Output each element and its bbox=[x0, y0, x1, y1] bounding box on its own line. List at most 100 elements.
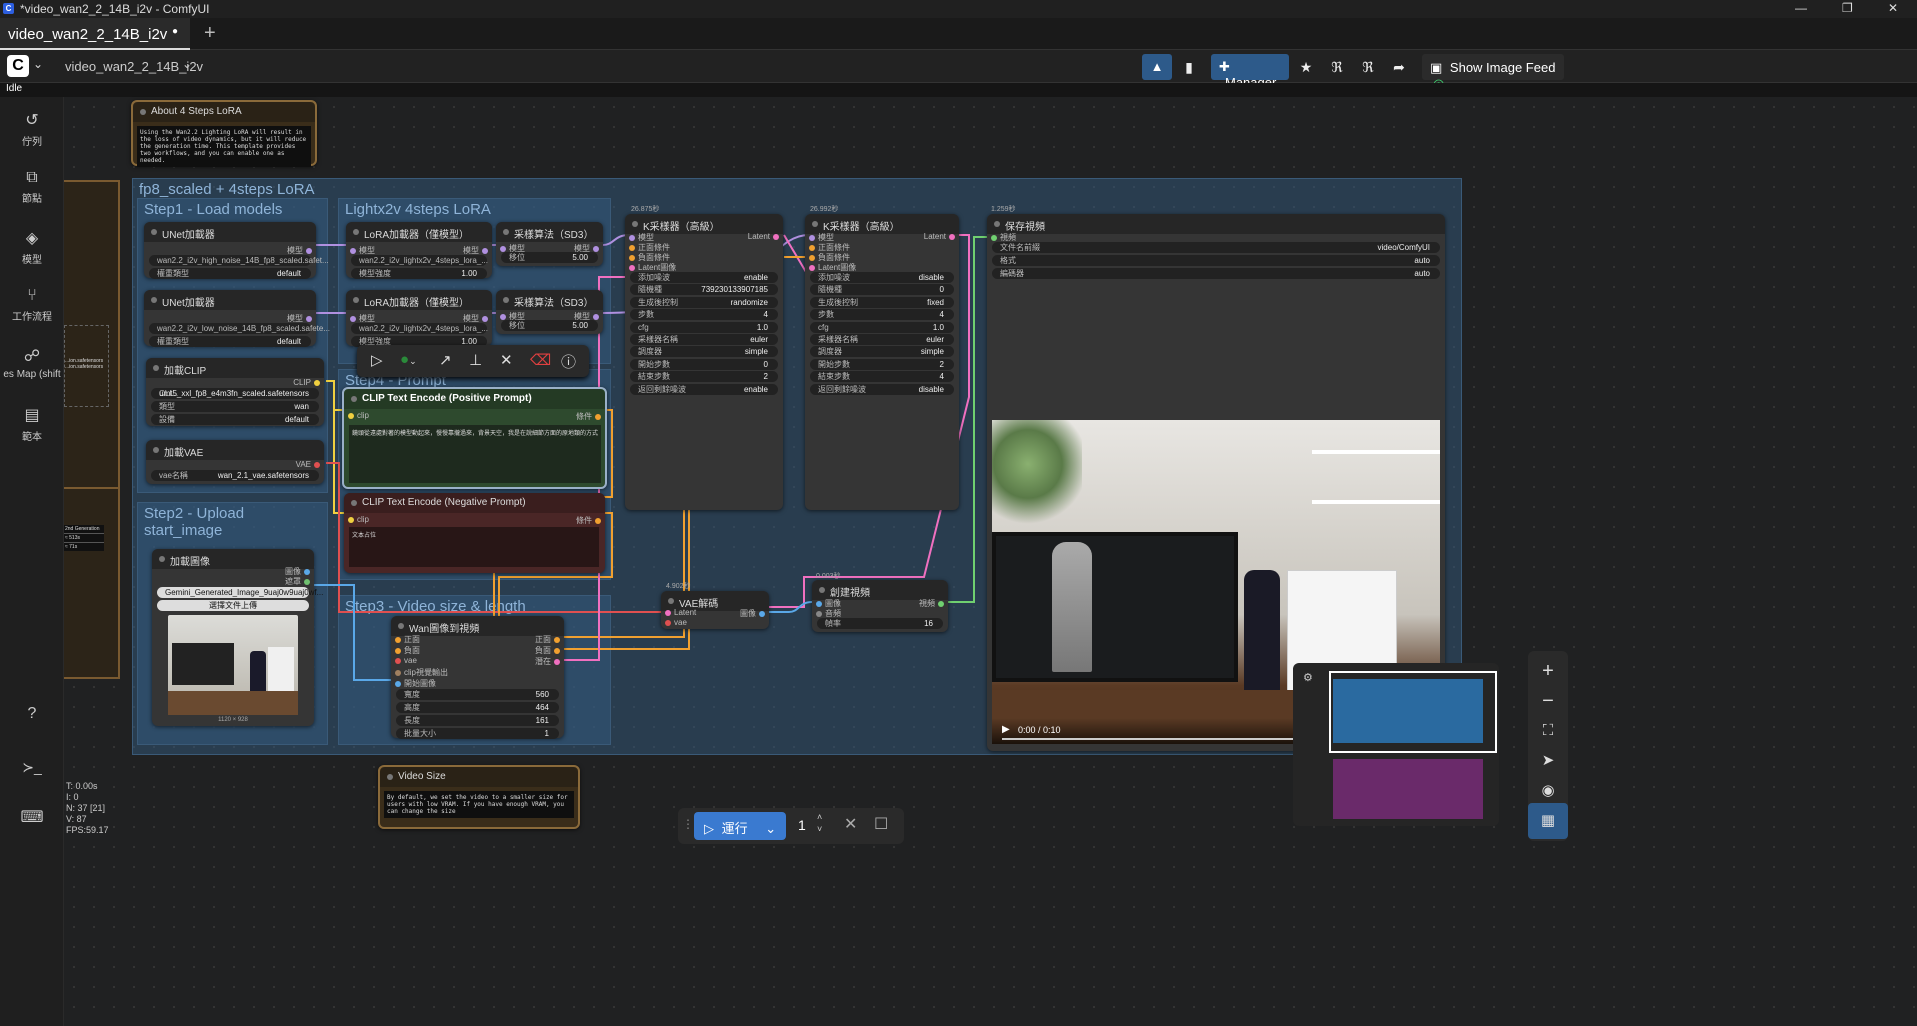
bypass-icon[interactable]: ↗ bbox=[439, 351, 452, 369]
node-ksampler-advanced-2[interactable]: K采樣器（高級） 模型 正面條件 負面條件 Latent圖像 Latent 添加… bbox=[805, 214, 959, 510]
ksampler-widget[interactable]: 生成後控制 randomize bbox=[630, 296, 778, 308]
ksampler-widget[interactable]: 生成後控制 fixed bbox=[810, 296, 954, 308]
help-icon[interactable]: ? bbox=[0, 705, 64, 723]
ksampler-widget[interactable]: 隨機種 739230133907185 bbox=[630, 284, 778, 296]
manager-button[interactable]: ✚ Manager bbox=[1211, 54, 1289, 90]
help-icon[interactable]: ⓘ bbox=[561, 351, 576, 372]
input-clip[interactable]: clip bbox=[348, 411, 369, 420]
lora-name-select[interactable]: wan2.2_i2v_lightx2v_4steps_lora_... bbox=[351, 255, 488, 266]
ksampler-widget[interactable]: 調度器 simple bbox=[810, 346, 954, 358]
shift-input[interactable]: 移位 5.00 bbox=[501, 320, 598, 331]
maximize-button[interactable]: ❐ bbox=[1842, 1, 1853, 15]
ksampler-widget[interactable]: 采樣器名稱 euler bbox=[630, 334, 778, 345]
fps-input[interactable]: 幀率 16 bbox=[817, 618, 943, 629]
cancel-icon[interactable]: ✕ bbox=[844, 814, 857, 834]
input-clip-vision[interactable]: clip視覺輸出 bbox=[395, 667, 448, 678]
upload-button[interactable]: 選擇文件上傳 bbox=[157, 600, 309, 611]
model-update-icon[interactable]: ℜ bbox=[1354, 54, 1382, 80]
sidebar-item-nodes[interactable]: ⧉ 節點 bbox=[0, 169, 64, 205]
keyboard-icon[interactable]: ⌨ bbox=[0, 807, 64, 827]
note-video-size[interactable]: Video Size By default, we set the video … bbox=[378, 765, 580, 829]
clip-device-select[interactable]: 設備 default bbox=[151, 414, 319, 425]
input-positive[interactable]: 正面 bbox=[395, 634, 420, 645]
output-clip[interactable]: CLIP bbox=[293, 378, 320, 387]
comfy-org-button[interactable]: ▲ bbox=[1142, 54, 1172, 80]
node-unet-loader-low[interactable]: UNet加載器 模型 wan2.2_i2v_low_noise_14B_fp8_… bbox=[144, 290, 330, 347]
ksampler-widget[interactable]: 返回剩餘噪波 enable bbox=[630, 383, 778, 395]
ksampler-widget[interactable]: 步數 4 bbox=[630, 309, 778, 321]
input-vae[interactable]: vae bbox=[665, 618, 687, 627]
input-vae[interactable]: vae bbox=[395, 656, 417, 665]
ksampler-widget[interactable]: 結束步數 4 bbox=[810, 371, 954, 383]
drag-handle-icon[interactable]: ⋮ bbox=[682, 817, 694, 831]
comfy-logo-menu[interactable]: C bbox=[7, 55, 29, 77]
input-latent[interactable]: Latent bbox=[665, 608, 696, 617]
node-create-video[interactable]: 創建視頻 圖像 音頻 視頻 幀率 16 bbox=[812, 580, 948, 632]
share-icon[interactable]: ➦ bbox=[1385, 54, 1413, 80]
ksampler-widget[interactable]: 調度器 simple bbox=[630, 346, 778, 358]
ksampler-widget[interactable]: 返回剩餘噪波 disable bbox=[810, 383, 954, 395]
node-clip-text-encode-positive[interactable]: CLIP Text Encode (Positive Prompt) clip … bbox=[342, 387, 607, 489]
model-download-icon[interactable]: ℜ bbox=[1323, 54, 1351, 80]
minimap-settings-icon[interactable]: ⚙ bbox=[1303, 671, 1313, 684]
output-image[interactable]: 圖像 bbox=[740, 608, 765, 619]
weight-dtype-select[interactable]: 權重類型 default bbox=[149, 336, 311, 347]
ksampler-widget[interactable]: 添加噪波 disable bbox=[810, 272, 954, 283]
ksampler-widget[interactable]: cfg 1.0 bbox=[810, 321, 954, 333]
sidebar-item-templates[interactable]: ▤ 範本 bbox=[0, 405, 64, 443]
output-latent[interactable]: 潛在 bbox=[535, 656, 560, 667]
input-start-image[interactable]: 開始圖像 bbox=[395, 678, 436, 689]
node-lora-loader-1[interactable]: LoRA加載器（僅模型） 模型 模型 wan2.2_i2v_lightx2v_4… bbox=[346, 222, 492, 279]
output-latent[interactable]: Latent bbox=[924, 232, 955, 241]
minimap-viewport[interactable] bbox=[1329, 671, 1497, 753]
prompt-textarea[interactable]: 文本占位 bbox=[349, 527, 599, 567]
batch-stepper[interactable]: ˄ ˅ bbox=[817, 811, 822, 835]
output-positive[interactable]: 正面 bbox=[535, 634, 560, 645]
ksampler-widget[interactable]: 隨機種 0 bbox=[810, 284, 954, 296]
sidebar-item-queue[interactable]: ↺ 佇列 bbox=[0, 110, 64, 148]
star-icon[interactable]: ★ bbox=[1292, 54, 1320, 80]
length-input[interactable]: 長度 161 bbox=[396, 715, 559, 726]
clip-type-select[interactable]: 類型 wan bbox=[151, 401, 319, 412]
new-tab-button[interactable]: + bbox=[204, 22, 216, 45]
delete-icon[interactable]: ⌫ bbox=[530, 351, 551, 369]
ksampler-widget[interactable]: 開始步數 2 bbox=[810, 358, 954, 370]
output-conditioning[interactable]: 條件 bbox=[576, 515, 601, 526]
node-load-vae[interactable]: 加載VAE VAE vae名稱 wan_2.1_vae.safetensors bbox=[146, 440, 324, 484]
prompt-textarea[interactable]: 鏡頭從遠處對著的模型動起來，慢慢靠攏過來，背景天空，我是在說細節方面的原地類的方… bbox=[349, 425, 601, 483]
minimap-toggle-icon[interactable]: ▦ bbox=[1528, 803, 1568, 839]
node-clip-text-encode-negative[interactable]: CLIP Text Encode (Negative Prompt) clip … bbox=[344, 493, 605, 573]
node-ksampler-advanced-1[interactable]: K采樣器（高級） 模型 正面條件 負面條件 Latent圖像 Latent 添加… bbox=[625, 214, 783, 510]
terminal-icon[interactable]: ≻_ bbox=[0, 759, 64, 776]
sidebar-item-models[interactable]: ◈ 模型 bbox=[0, 228, 64, 266]
chevron-down-icon[interactable]: ⌄ bbox=[765, 821, 776, 836]
unet-name-select[interactable]: wan2.2_i2v_high_noise_14B_fp8_scaled.saf… bbox=[149, 255, 329, 266]
graph-canvas[interactable]: ...ion.safetensors ...ion.safetensors 2n… bbox=[64, 97, 1917, 1026]
node-load-image[interactable]: 加載圖像 圖像 遮罩 Gemini_Generated_Image_9uaj0w… bbox=[152, 549, 323, 726]
shift-input[interactable]: 移位 5.00 bbox=[501, 252, 598, 263]
input-negative[interactable]: 負面 bbox=[395, 645, 420, 656]
node-vae-decode[interactable]: VAE解碼 Latent vae 圖像 bbox=[661, 591, 769, 629]
ksampler-widget[interactable]: 開始步數 0 bbox=[630, 358, 778, 370]
lora-name-select[interactable]: wan2.2_i2v_lightx2v_4steps_lora_... bbox=[351, 323, 488, 334]
ksampler-widget[interactable]: 添加噪波 enable bbox=[630, 272, 778, 283]
node-model-sampling-sd3-1[interactable]: 采樣算法（SD3） 模型 模型 移位 5.00 bbox=[496, 222, 603, 266]
video-seek-bar[interactable] bbox=[1002, 738, 1302, 740]
format-select[interactable]: 格式 auto bbox=[992, 255, 1440, 266]
node-unet-loader-high[interactable]: UNet加載器 模型 wan2.2_i2v_high_noise_14B_fp8… bbox=[144, 222, 329, 279]
convert-subgraph-icon[interactable]: ✕ bbox=[500, 351, 513, 369]
play-icon[interactable]: ▶ bbox=[1002, 724, 1010, 735]
ksampler-widget[interactable]: 步數 4 bbox=[810, 309, 954, 321]
minimize-button[interactable]: — bbox=[1795, 1, 1807, 15]
output-vae[interactable]: VAE bbox=[296, 460, 320, 469]
codec-select[interactable]: 編碼器 auto bbox=[992, 268, 1440, 279]
unet-name-select[interactable]: wan2.2_i2v_low_noise_14B_fp8_scaled.safe… bbox=[149, 323, 330, 334]
filename-prefix-input[interactable]: 文件名前綴 video/ComfyUI bbox=[992, 242, 1440, 253]
ksampler-widget[interactable]: 采樣器名稱 euler bbox=[810, 334, 954, 345]
pin-icon[interactable]: ⊥ bbox=[469, 351, 482, 369]
weight-dtype-select[interactable]: 權重類型 default bbox=[149, 268, 311, 279]
ksampler-widget[interactable]: cfg 1.0 bbox=[630, 321, 778, 333]
batch-size-input[interactable]: 批量大小 1 bbox=[396, 728, 559, 739]
minimap[interactable]: ⚙ bbox=[1293, 663, 1499, 826]
width-input[interactable]: 寬度 560 bbox=[396, 689, 559, 700]
